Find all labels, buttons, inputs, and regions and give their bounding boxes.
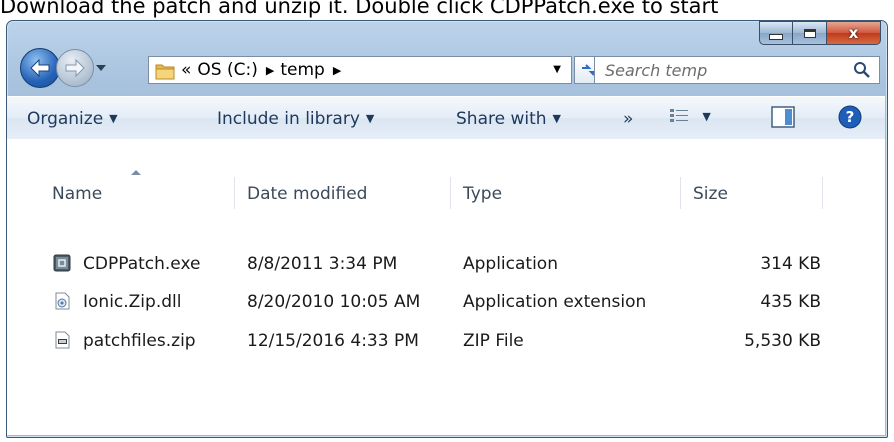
- column-divider[interactable]: [450, 177, 451, 209]
- file-size: 5,530 KB: [744, 331, 821, 351]
- recent-pages-dropdown[interactable]: [96, 63, 106, 73]
- breadcrumb-temp[interactable]: temp: [280, 60, 324, 80]
- breadcrumb-overflow[interactable]: «: [181, 60, 191, 80]
- address-bar[interactable]: « OS (C:) ▶ temp ▶ ▼: [148, 56, 572, 84]
- file-name: patchfiles.zip: [83, 331, 196, 351]
- file-row[interactable]: patchfiles.zip 12/15/2016 4:33 PM ZIP Fi…: [53, 329, 833, 355]
- file-name: CDPPatch.exe: [83, 254, 201, 274]
- navigation-buttons: [20, 48, 106, 88]
- include-label: Include in library: [217, 109, 360, 129]
- minimize-button[interactable]: [759, 21, 793, 45]
- help-icon: ?: [838, 105, 862, 129]
- view-list-icon: [670, 109, 688, 122]
- file-size: 435 KB: [760, 292, 821, 312]
- include-in-library-button[interactable]: Include in library ▼: [217, 109, 374, 129]
- dll-icon: [55, 292, 70, 310]
- preview-pane-button[interactable]: [771, 106, 795, 133]
- breadcrumb-separator-icon[interactable]: ▶: [333, 64, 341, 77]
- file-date: 12/15/2016 4:33 PM: [247, 331, 419, 351]
- file-name: Ionic.Zip.dll: [83, 292, 182, 312]
- search-icon[interactable]: [853, 61, 871, 79]
- close-button[interactable]: x: [827, 21, 881, 45]
- file-row[interactable]: Ionic.Zip.dll 8/20/2010 10:05 AM Applica…: [53, 290, 833, 316]
- back-button[interactable]: [20, 48, 60, 88]
- forward-button[interactable]: [56, 49, 94, 87]
- file-date: 8/8/2011 3:34 PM: [247, 254, 398, 274]
- search-input[interactable]: [603, 59, 837, 81]
- column-header-type[interactable]: Type: [463, 184, 502, 204]
- chevron-down-icon: ▼: [365, 112, 375, 125]
- chevron-down-icon: ▼: [702, 110, 711, 123]
- organize-label: Organize: [27, 109, 104, 129]
- folder-icon: [155, 62, 175, 80]
- command-bar: Organize ▼ Include in library ▼ Share with…: [7, 96, 885, 140]
- column-divider[interactable]: [680, 177, 681, 209]
- maximize-icon: [803, 28, 816, 38]
- search-box[interactable]: [594, 56, 880, 84]
- chevron-down-icon: ▼: [109, 112, 118, 125]
- address-dropdown-icon[interactable]: ▼: [553, 64, 561, 75]
- file-type: ZIP File: [463, 331, 524, 351]
- application-icon: [53, 254, 71, 272]
- chevron-down-icon: [96, 65, 106, 71]
- maximize-button[interactable]: [793, 21, 827, 45]
- file-date: 8/20/2010 10:05 AM: [247, 292, 421, 312]
- svg-text:?: ?: [846, 108, 855, 126]
- forward-arrow-icon: [65, 59, 85, 77]
- column-header-date[interactable]: Date modified: [247, 184, 367, 204]
- minimize-icon: [769, 34, 783, 40]
- column-header-name[interactable]: Name: [52, 184, 102, 204]
- back-arrow-icon: [30, 59, 50, 77]
- column-divider[interactable]: [234, 177, 235, 209]
- file-type: Application: [463, 254, 558, 274]
- breadcrumb-drive[interactable]: OS (C:): [197, 60, 257, 80]
- help-button[interactable]: ?: [838, 105, 862, 134]
- file-row[interactable]: CDPPatch.exe 8/8/2011 3:34 PM Applicatio…: [53, 252, 833, 278]
- instruction-caption: Download the patch and unzip it. Double …: [0, 0, 719, 18]
- file-list-view: Name Date modified Type Size CDPPatch.ex…: [7, 139, 885, 435]
- column-divider[interactable]: [822, 177, 823, 209]
- organize-button[interactable]: Organize ▼: [27, 109, 118, 129]
- close-icon: x: [848, 24, 859, 42]
- zip-icon: [55, 331, 70, 349]
- file-type: Application extension: [463, 292, 647, 312]
- breadcrumb-separator-icon[interactable]: ▶: [266, 64, 274, 77]
- share-with-button[interactable]: Share with ▼: [456, 109, 561, 129]
- column-header-size[interactable]: Size: [693, 184, 728, 204]
- chevron-down-icon: ▼: [552, 112, 561, 125]
- share-label: Share with: [456, 109, 547, 129]
- more-commands-button[interactable]: »: [623, 109, 633, 129]
- change-view-button[interactable]: ▼: [669, 107, 711, 130]
- preview-pane-icon: [771, 106, 795, 128]
- sort-ascending-icon: [131, 170, 141, 175]
- window-controls: x: [759, 21, 881, 47]
- file-size: 314 KB: [760, 254, 821, 274]
